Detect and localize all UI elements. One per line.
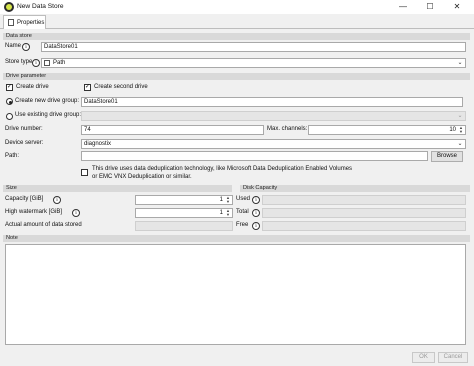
device-server-value: diagnostix <box>84 141 112 147</box>
drive-number-label: Drive number: <box>5 126 43 132</box>
name-input[interactable]: DataStore01 <box>41 42 466 52</box>
app-logo-icon <box>4 2 14 12</box>
use-existing-group-radio[interactable] <box>6 113 13 120</box>
new-group-input[interactable]: DataStore01 <box>81 97 463 107</box>
spinner-arrows-icon[interactable]: ▲ ▼ <box>458 126 464 134</box>
drive-number-input[interactable]: 74 <box>81 125 264 135</box>
create-drive-checkbox[interactable]: ✓ <box>6 84 13 91</box>
total-label: Total <box>236 209 249 215</box>
section-header-data-store: Data store <box>3 33 470 40</box>
tab-properties[interactable]: Properties <box>3 15 46 29</box>
high-watermark-value: 1 <box>219 210 223 216</box>
info-icon[interactable]: i <box>252 196 260 204</box>
note-textarea[interactable] <box>5 244 466 345</box>
total-field <box>262 208 466 218</box>
max-channels-stepper[interactable]: 10 ▲ ▼ <box>308 125 466 135</box>
store-type-label: Store type <box>5 59 33 65</box>
section-header-size: Size <box>3 185 232 192</box>
chevron-down-icon: ⌄ <box>457 141 463 147</box>
section-header-drive-parameter: Drive parameter <box>3 73 470 80</box>
folder-path-icon <box>44 60 50 66</box>
high-watermark-stepper[interactable]: 1 ▲ ▼ <box>135 208 233 218</box>
high-watermark-label: High watermark [GiB] <box>5 209 63 215</box>
actual-amount-field <box>135 221 233 231</box>
spinner-arrows-icon[interactable]: ▲ ▼ <box>225 209 231 217</box>
chevron-down-icon: ⌄ <box>457 60 463 66</box>
browse-button[interactable]: Browse <box>431 151 463 162</box>
maximize-button[interactable]: ☐ <box>420 1 440 13</box>
device-server-label: Device server: <box>5 140 44 146</box>
info-icon[interactable]: i <box>252 222 260 230</box>
actual-amount-label: Actual amount of data stored <box>5 222 82 228</box>
deduplication-label-line1: This drive uses data deduplication techn… <box>92 166 353 172</box>
ok-button[interactable]: OK <box>412 352 435 363</box>
capacity-stepper[interactable]: 1 ▲ ▼ <box>135 195 233 205</box>
used-field <box>262 195 466 205</box>
tab-properties-label: Properties <box>17 20 45 26</box>
capacity-label: Capacity [GiB] <box>5 196 44 202</box>
create-new-group-label: Create new drive group: <box>15 98 80 104</box>
create-second-drive-label: Create second drive <box>94 84 148 90</box>
max-channels-label: Max. channels: <box>267 126 308 132</box>
info-icon[interactable]: i <box>32 59 40 67</box>
path-label: Path: <box>5 153 20 159</box>
chevron-down-icon: ⌄ <box>457 113 463 119</box>
free-field <box>262 221 466 231</box>
create-second-drive-checkbox[interactable]: ✓ <box>84 84 91 91</box>
store-type-select[interactable]: Path ⌄ <box>41 58 466 68</box>
info-icon[interactable]: i <box>72 209 80 217</box>
tab-strip <box>0 14 474 29</box>
section-header-disk-capacity: Disk Capacity <box>240 185 470 192</box>
create-drive-label: Create drive <box>16 84 49 90</box>
minimize-button[interactable]: — <box>393 1 413 13</box>
spinner-arrows-icon[interactable]: ▲ ▼ <box>225 196 231 204</box>
store-type-value: Path <box>53 60 66 66</box>
title-bar: New Data Store — ☐ ✕ <box>0 0 474 14</box>
path-input[interactable] <box>81 151 428 161</box>
used-label: Used <box>236 196 251 202</box>
existing-group-select[interactable]: ⌄ <box>81 111 466 121</box>
deduplication-checkbox[interactable] <box>81 169 88 176</box>
info-icon[interactable]: i <box>53 196 61 204</box>
document-icon <box>8 19 14 26</box>
cancel-button[interactable]: Cancel <box>438 352 468 363</box>
section-header-note: Note <box>3 235 470 242</box>
name-label: Name <box>5 43 22 49</box>
free-label: Free <box>236 222 249 228</box>
device-server-select[interactable]: diagnostix ⌄ <box>81 139 466 149</box>
window-title: New Data Store <box>17 3 64 10</box>
deduplication-label-line2: or EMC VNX Deduplication or similar. <box>92 174 192 180</box>
capacity-value: 1 <box>219 197 223 203</box>
info-icon[interactable]: i <box>22 43 30 51</box>
close-button[interactable]: ✕ <box>447 1 467 13</box>
info-icon[interactable]: i <box>252 209 260 217</box>
max-channels-value: 10 <box>449 127 456 133</box>
use-existing-group-label: Use existing drive group: <box>15 112 82 118</box>
create-new-group-radio[interactable] <box>6 98 13 105</box>
